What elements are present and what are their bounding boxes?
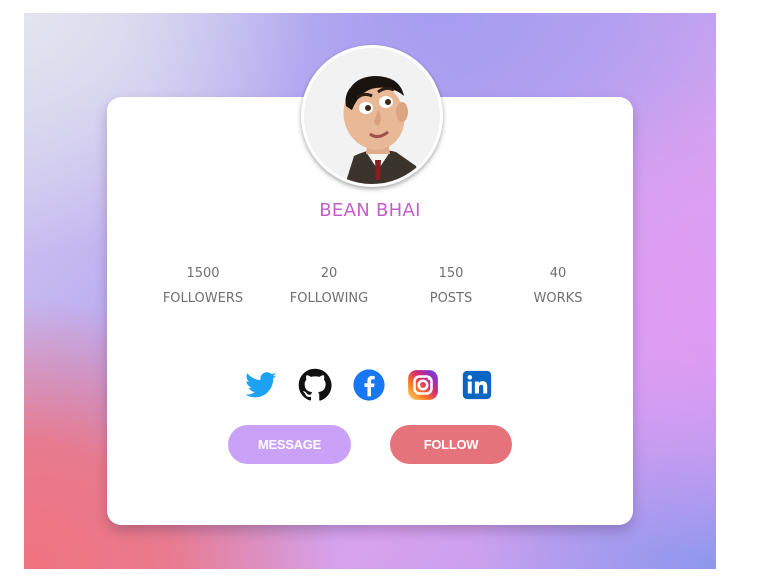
stat-label: WORKS — [533, 291, 583, 306]
profile-name: BEAN BHAI — [319, 200, 421, 221]
stat-works: 40 WORKS — [503, 261, 613, 311]
facebook-link[interactable] — [352, 368, 386, 402]
avatar-photo — [304, 48, 440, 184]
instagram-icon — [408, 370, 438, 400]
facebook-icon — [353, 369, 385, 401]
message-button[interactable]: MESSAGE — [228, 425, 351, 464]
stat-value: 150 — [438, 266, 464, 281]
follow-button[interactable]: FOLLOW — [390, 425, 512, 464]
twitter-icon — [245, 372, 277, 398]
stat-label: POSTS — [429, 291, 473, 306]
instagram-link[interactable] — [406, 368, 440, 402]
profile-portrait — [343, 76, 421, 184]
stat-label: FOLLOWING — [289, 291, 369, 306]
stat-value: 40 — [549, 266, 567, 281]
twitter-link[interactable] — [244, 368, 278, 402]
linkedin-icon — [462, 370, 492, 400]
stat-posts: 150 POSTS — [396, 261, 506, 311]
linkedin-link[interactable] — [460, 368, 494, 402]
stat-following: 20 FOLLOWING — [274, 261, 384, 311]
github-icon — [298, 368, 332, 401]
avatar — [301, 45, 443, 187]
stat-label: FOLLOWERS — [162, 291, 244, 306]
stat-value: 20 — [320, 266, 338, 281]
stat-followers: 1500 FOLLOWERS — [148, 261, 258, 311]
stat-value: 1500 — [186, 266, 220, 281]
github-link[interactable] — [298, 368, 332, 402]
